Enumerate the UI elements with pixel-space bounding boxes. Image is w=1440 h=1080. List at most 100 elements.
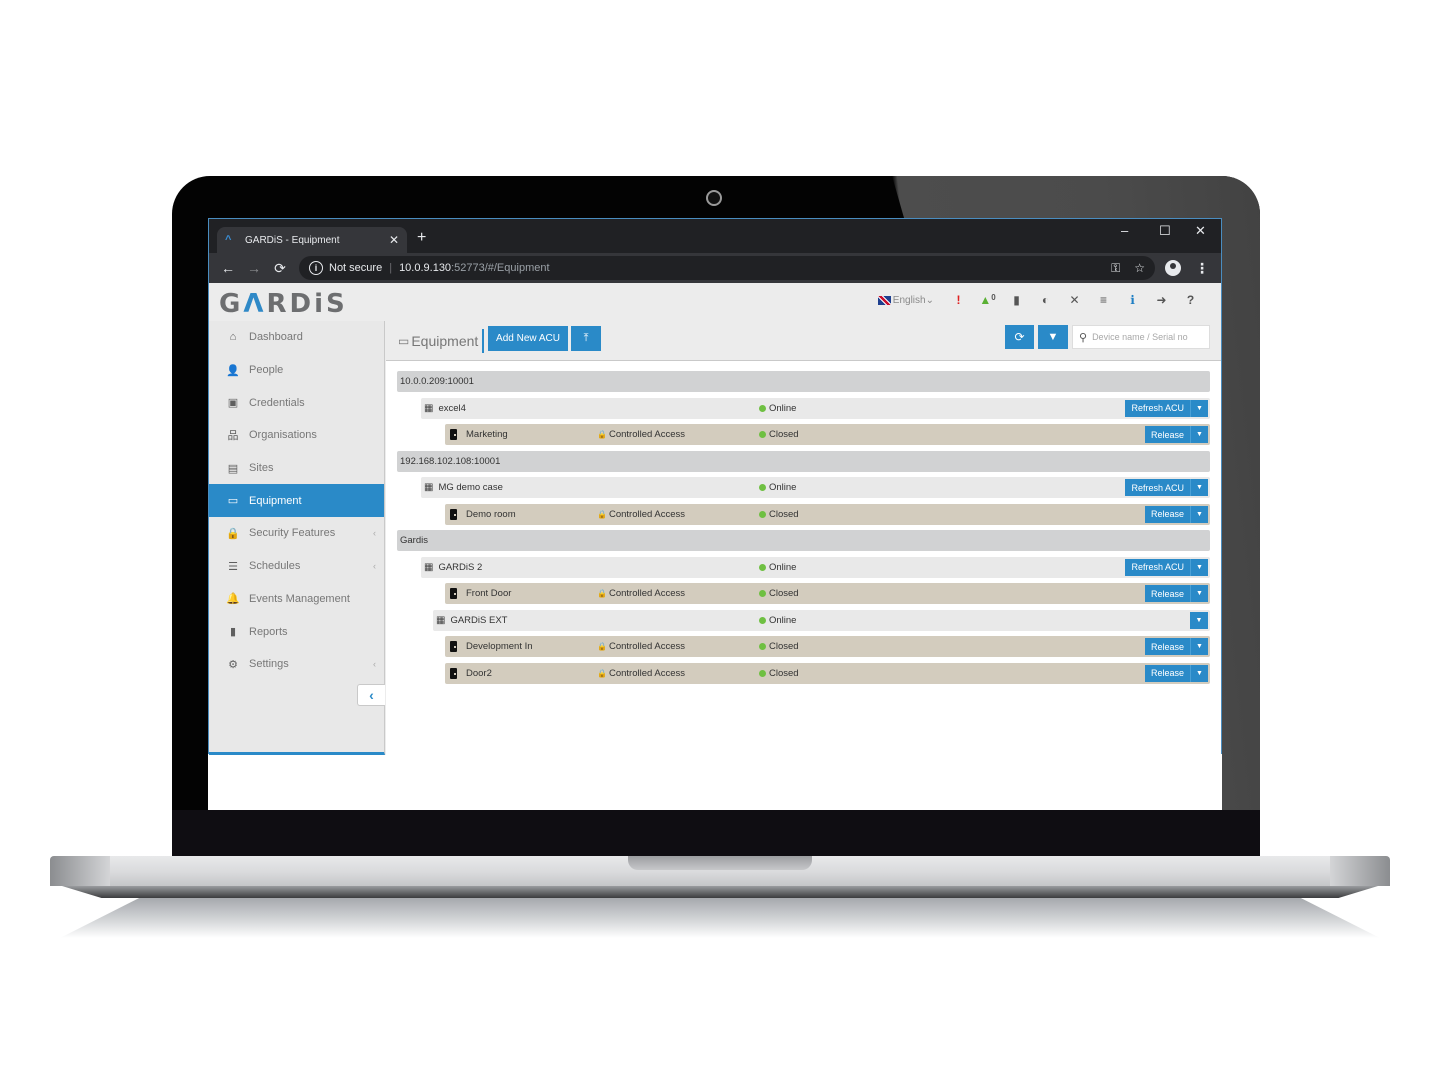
logout-icon[interactable]: ➜ (1147, 293, 1176, 307)
chevron-left-icon: ‹ (373, 659, 376, 670)
lock-icon: 🔒 (597, 668, 607, 678)
language-selector[interactable]: English ⌄ (877, 295, 934, 306)
sites-icon: ▤ (227, 462, 239, 475)
release-button[interactable]: Release (1144, 638, 1190, 655)
refresh-button[interactable]: ⟳ (1005, 325, 1034, 349)
fullscreen-icon[interactable]: ✕ (1060, 293, 1089, 307)
sidebar-item-schedules[interactable]: ☰ Schedules ‹ (209, 550, 384, 583)
sidebar-item-reports[interactable]: ▮ Reports (209, 615, 384, 648)
dropdown-caret-icon[interactable]: ▼ (1190, 426, 1208, 443)
site-group-row[interactable]: 10.0.0.209:10001 (397, 371, 1210, 392)
dropdown-caret-icon[interactable]: ▼ (1190, 664, 1208, 682)
release-button[interactable]: Release (1144, 426, 1190, 443)
reports-icon[interactable]: ▮ (1002, 293, 1031, 307)
minimize-button[interactable]: – (1121, 223, 1128, 238)
acu-row[interactable]: ▦ excel4 Online Refresh ACU ▼ (421, 397, 1210, 419)
acu-row[interactable]: ▦ GARDiS 2 Online Refresh ACU ▼ (421, 556, 1210, 578)
notifications-bell-icon[interactable]: ▲0 (973, 293, 1002, 307)
info-icon[interactable]: ℹ (1118, 293, 1147, 307)
sidebar-item-settings[interactable]: ⚙ Settings ‹ (209, 648, 384, 681)
acu-row[interactable]: ▦ MG demo case Online Refresh ACU ▼ (421, 477, 1210, 498)
menu-icon[interactable]: ≡ (1089, 293, 1118, 307)
browser-tab[interactable]: ^ GARDiS - Equipment ✕ (217, 227, 407, 253)
new-tab-button[interactable]: + (417, 229, 426, 247)
lock-icon: 🔒 (597, 430, 607, 439)
dropdown-caret-icon[interactable]: ▼ (1190, 638, 1208, 655)
gardis-logo[interactable]: GΛRDiS (219, 289, 348, 319)
row-name: Development In (466, 641, 533, 652)
sidebar-item-dashboard[interactable]: ⌂ Dashboard (209, 321, 384, 354)
sidebar-item-equipment[interactable]: ▭ Equipment (209, 484, 384, 518)
browser-menu-icon[interactable]: ⋮ (1195, 260, 1209, 277)
refresh-acu-button[interactable]: Refresh ACU (1125, 479, 1190, 496)
door-row[interactable]: Door2 🔒 Controlled Access Closed Release ▼ (445, 662, 1210, 684)
site-group-row[interactable]: Gardis (397, 530, 1210, 551)
address-bar[interactable]: i Not secure | 10.0.9.130 :52773/#/Equip… (299, 256, 1155, 280)
upload-button[interactable]: ⤒ (571, 326, 601, 351)
reports-icon: ▮ (229, 626, 237, 639)
refresh-acu-button[interactable]: Refresh ACU (1125, 558, 1190, 576)
status-label: Online (769, 561, 797, 573)
collapse-sidebar-button[interactable]: ‹ (357, 684, 385, 706)
release-button[interactable]: Release (1144, 505, 1190, 523)
door-icon (450, 641, 457, 652)
security-label: Not secure (329, 262, 383, 274)
gardis-app: GΛRDiS English ⌄ ! ▲0 ▮ ◐ ✕ ≡ ℹ ➜ ? ⌂ Da… (209, 283, 1221, 755)
dropdown-caret-icon[interactable]: ▼ (1190, 505, 1208, 523)
acu-row[interactable]: ▦ GARDiS EXT Online ▼ (433, 609, 1210, 631)
refresh-icon: ⟳ (1014, 330, 1025, 344)
help-icon[interactable]: ? (1176, 293, 1205, 307)
release-button[interactable]: Release (1144, 664, 1190, 682)
sidebar-item-events-management[interactable]: 🔔 Events Management (209, 583, 384, 616)
status-indicator: Online (759, 562, 796, 573)
door-row[interactable]: Marketing 🔒 Controlled Access Closed Release… (445, 424, 1210, 445)
people-icon: 👤 (226, 364, 240, 377)
status-dot-icon (759, 590, 766, 597)
site-info-icon[interactable]: i (309, 261, 323, 275)
door-row[interactable]: Demo room 🔒 Controlled Access Closed Release… (445, 503, 1210, 525)
maximize-button[interactable]: ☐ (1159, 223, 1171, 239)
row-name: Gardis (400, 535, 428, 546)
refresh-acu-button[interactable]: Refresh ACU (1125, 399, 1190, 417)
bookmark-star-icon[interactable]: ☆ (1134, 261, 1145, 276)
door-row[interactable]: Front Door 🔒 Controlled Access Closed Releas… (445, 583, 1210, 604)
filter-button[interactable]: ▼ (1038, 325, 1068, 349)
sidebar: ⌂ Dashboard 👤 People ▣ Credentials 品 Organisati… (209, 321, 385, 755)
sidebar-item-people[interactable]: 👤 People (209, 354, 384, 387)
dropdown-caret-icon[interactable]: ▼ (1190, 611, 1208, 629)
contrast-icon[interactable]: ◐ (1031, 293, 1060, 307)
access-mode-label: Controlled Access (608, 508, 686, 520)
close-tab-icon[interactable]: ✕ (389, 233, 399, 247)
alert-icon[interactable]: ! (944, 293, 973, 307)
site-group-row[interactable]: 192.168.102.108:10001 (397, 450, 1210, 472)
password-key-icon[interactable]: ⚿ (1111, 261, 1120, 276)
back-icon[interactable]: ← (215, 260, 241, 276)
dropdown-caret-icon[interactable]: ▼ (1190, 399, 1208, 417)
access-mode: 🔒 Controlled Access (597, 588, 685, 599)
chevron-left-icon: ‹ (373, 561, 376, 572)
sidebar-item-sites[interactable]: ▤ Sites (209, 452, 384, 485)
dropdown-caret-icon[interactable]: ▼ (1190, 558, 1208, 576)
device-search-input[interactable] (1092, 332, 1203, 342)
dropdown-caret-icon[interactable]: ▼ (1190, 479, 1208, 496)
add-new-acu-button[interactable]: Add New ACU (488, 326, 568, 351)
forward-icon[interactable]: → (241, 260, 267, 276)
tab-title: GARDiS - Equipment (245, 234, 340, 246)
laptop-screen: ^ GARDiS - Equipment ✕ + – ☐ ✕ ← → ⟳ i N… (208, 218, 1222, 810)
release-button[interactable]: Release (1144, 585, 1190, 602)
reload-icon[interactable]: ⟳ (267, 260, 293, 277)
row-actions: Refresh ACU ▼ (1125, 399, 1208, 417)
sidebar-item-security-features[interactable]: 🔒 Security Features ‹ (209, 517, 384, 550)
browser-window: ^ GARDiS - Equipment ✕ + – ☐ ✕ ← → ⟳ i N… (208, 218, 1222, 755)
sidebar-item-label: Dashboard (249, 331, 303, 344)
close-window-button[interactable]: ✕ (1195, 223, 1206, 239)
profile-avatar-icon[interactable] (1165, 260, 1181, 276)
dashboard-icon: ⌂ (229, 331, 237, 344)
dropdown-caret-icon[interactable]: ▼ (1190, 585, 1208, 602)
door-row[interactable]: Development In 🔒 Controlled Access Closed Re… (445, 636, 1210, 657)
access-mode: 🔒 Controlled Access (597, 509, 685, 520)
status-label: Online (769, 402, 797, 414)
laptop-base-right-edge (1330, 856, 1390, 886)
sidebar-item-credentials[interactable]: ▣ Credentials (209, 386, 384, 419)
sidebar-item-organisations[interactable]: 品 Organisations (209, 419, 384, 452)
